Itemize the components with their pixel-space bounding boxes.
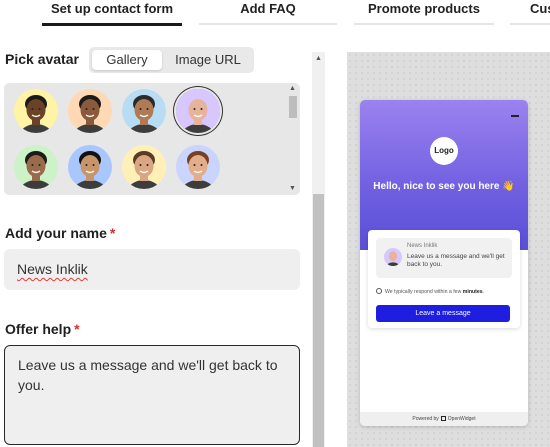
scrollbar-thumb[interactable] [313, 194, 324, 447]
scroll-up-arrow-icon[interactable]: ▲ [312, 55, 325, 62]
avatar-option[interactable] [68, 145, 112, 189]
tab-label: Promote products [368, 1, 480, 16]
avatar-option[interactable] [176, 145, 220, 189]
chat-widget-preview: Logo Hello, nice to see you here 👋 News … [360, 100, 528, 426]
tab-label: Cus [530, 1, 550, 16]
powered-by-footer: Powered by OpenWidget [360, 412, 528, 426]
response-time: We typically respond within a few minute… [376, 288, 516, 295]
leave-a-message-button[interactable]: Leave a message [376, 305, 510, 322]
offer-help-textarea[interactable]: Leave us a message and we'll get back to… [4, 345, 300, 445]
contact-form-panel: Pick avatar Gallery Image URL ▲ ▼ Add yo… [0, 27, 312, 447]
message-card: News Inklik Leave us a message and we'll… [368, 230, 520, 328]
name-field-label: Add your name * [5, 225, 116, 241]
required-asterisk: * [74, 321, 80, 337]
avatar-option[interactable] [122, 145, 166, 189]
minimize-icon[interactable] [511, 115, 519, 117]
avatar-gallery: ▲ ▼ [4, 83, 300, 195]
openwidget-logo-icon [440, 416, 446, 421]
sender-avatar [384, 248, 402, 266]
widget-preview-area: Logo Hello, nice to see you here 👋 News … [347, 52, 550, 447]
widget-header: Logo Hello, nice to see you here 👋 [360, 100, 528, 250]
gallery-scrollbar[interactable]: ▲ ▼ [286, 83, 299, 195]
avatar-option[interactable] [176, 89, 220, 133]
tab-label: Add FAQ [240, 1, 296, 16]
form-panel-scrollbar[interactable]: ▲ [312, 52, 325, 447]
clock-icon [376, 288, 382, 294]
offer-help-label: Offer help * [5, 321, 80, 337]
message-text: Leave us a message and we'll get back to… [407, 253, 505, 268]
tab-underline [354, 23, 494, 25]
avatar-option[interactable] [68, 89, 112, 133]
required-asterisk: * [109, 225, 116, 241]
tab-label: Set up contact form [50, 1, 174, 16]
tab-add-faq[interactable]: Add FAQ [199, 0, 337, 27]
tab-underline [199, 23, 337, 25]
tab-bar: Set up contact form Add FAQ Promote prod… [0, 0, 550, 27]
logo-badge: Logo [430, 137, 458, 165]
message-bubble: News Inklik Leave us a message and we'll… [376, 238, 512, 278]
tab-underline [510, 23, 550, 25]
name-input[interactable]: News Inklik [4, 249, 300, 290]
gallery-option[interactable]: Gallery [92, 50, 162, 70]
scrollbar-thumb[interactable] [289, 96, 297, 118]
active-tab-indicator [42, 23, 182, 26]
tab-customize[interactable]: Cus [510, 0, 550, 27]
pick-avatar-heading: Pick avatar [5, 51, 79, 67]
avatar-source-toggle: Gallery Image URL [89, 47, 254, 73]
avatar-option[interactable] [14, 89, 58, 133]
greeting-text: Hello, nice to see you here 👋 [373, 181, 515, 192]
avatar-option[interactable] [122, 89, 166, 133]
sender-name: News Inklik [407, 243, 438, 249]
tab-set-up-contact-form[interactable]: Set up contact form [42, 0, 182, 27]
image-url-option[interactable]: Image URL [165, 50, 251, 70]
scroll-up-arrow-icon[interactable]: ▲ [286, 83, 299, 95]
tab-promote-products[interactable]: Promote products [354, 0, 494, 27]
avatar-option[interactable] [14, 145, 58, 189]
scroll-down-arrow-icon[interactable]: ▼ [286, 183, 299, 195]
